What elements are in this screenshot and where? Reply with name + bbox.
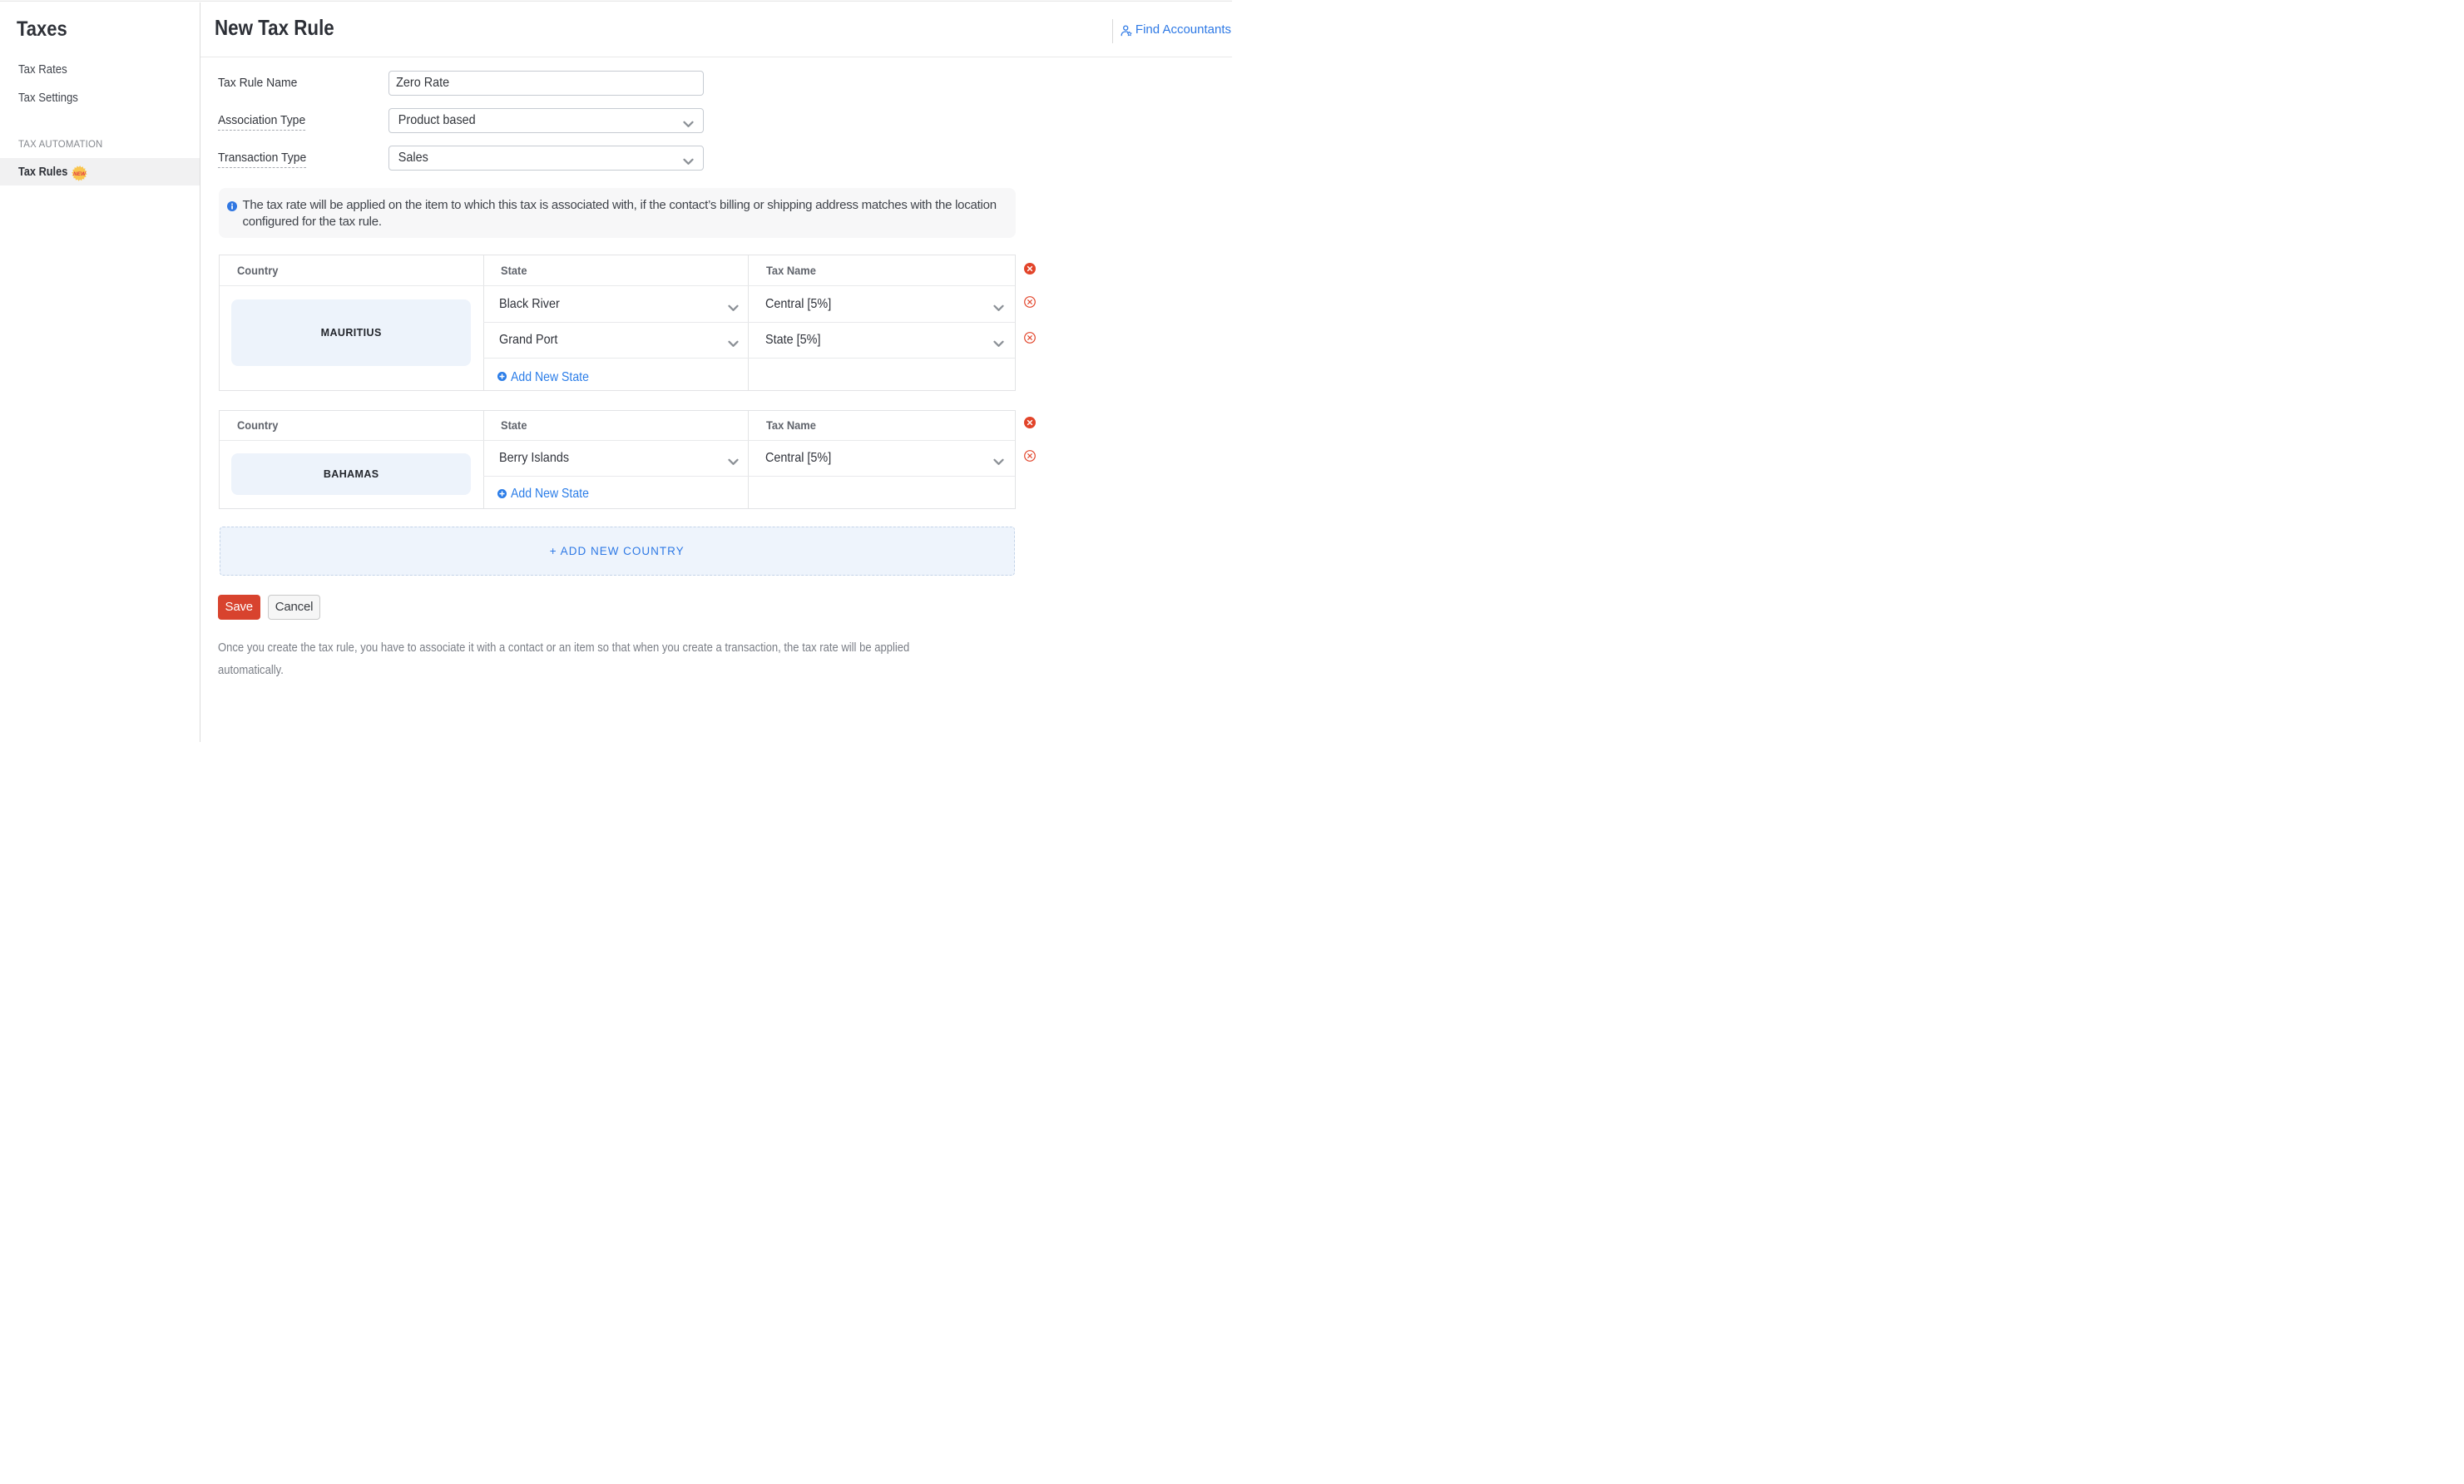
svg-text:NEW: NEW — [73, 171, 87, 177]
